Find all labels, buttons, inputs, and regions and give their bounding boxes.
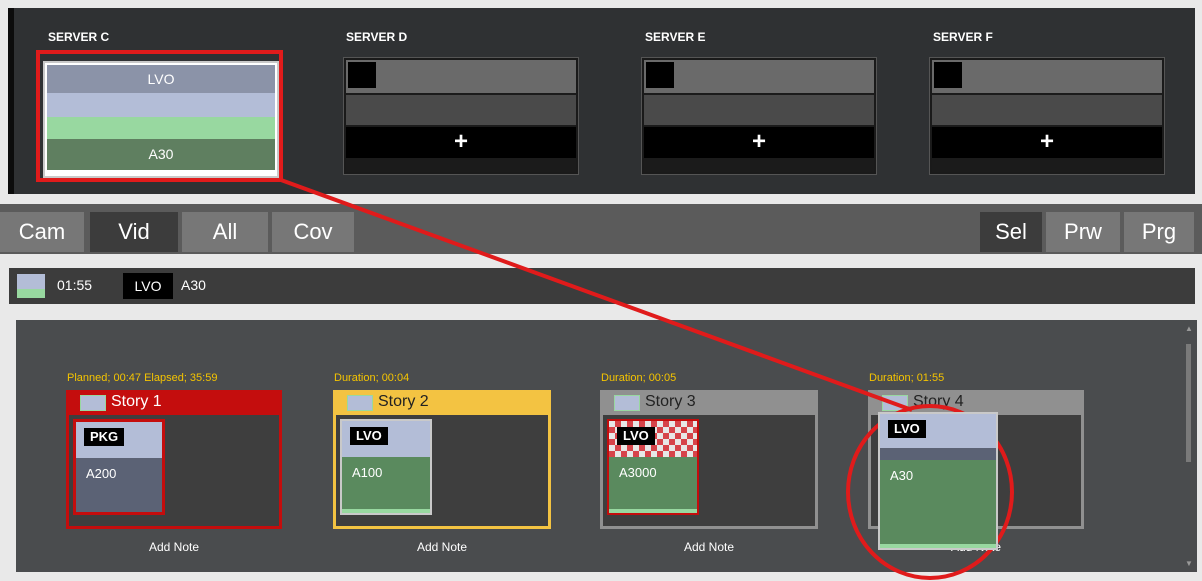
story-3-swatch <box>614 395 640 411</box>
server-f-add-button[interactable]: + <box>932 127 1162 158</box>
tab-prw[interactable]: Prw <box>1046 212 1120 252</box>
story-2-status: Duration; 00:04 <box>334 372 410 384</box>
tab-cov[interactable]: Cov <box>272 212 354 252</box>
scroll-down-icon[interactable]: ▼ <box>1185 559 1193 568</box>
server-c-band-green <box>47 117 275 139</box>
server-e-tile[interactable]: + <box>642 58 876 174</box>
story-1-swatch <box>80 395 106 411</box>
story-1-clip-code: A200 <box>86 466 117 481</box>
server-e-label: SERVER E <box>645 30 706 44</box>
selection-info-bar: 01:55 LVO A30 <box>9 268 1195 304</box>
story-2-title: Story 2 <box>378 393 429 410</box>
story-2-header: Story 2 <box>333 390 551 415</box>
server-c-top-label: LVO <box>47 65 275 93</box>
clip-color-icon <box>17 274 45 298</box>
story-2-card[interactable]: Story 2 LVO A100 <box>333 390 551 529</box>
story-4-clip-badge: LVO <box>888 420 926 438</box>
story-2-clip-code: A100 <box>352 465 383 480</box>
story-1-clip-badge: PKG <box>84 428 125 446</box>
server-f-mid <box>932 95 1162 125</box>
story-4-status: Duration; 01:55 <box>869 372 945 384</box>
story-4-card[interactable]: Story 4 LVO A30 <box>868 390 1084 550</box>
server-e-top <box>644 60 874 93</box>
tab-cam[interactable]: Cam <box>0 212 84 252</box>
server-e-mid <box>644 95 874 125</box>
clip-badge: LVO <box>123 273 173 299</box>
tab-all[interactable]: All <box>182 212 268 252</box>
server-f-label: SERVER F <box>933 30 993 44</box>
story-1-add-note[interactable]: Add Note <box>124 540 224 554</box>
server-d-top <box>346 60 576 93</box>
server-c-bottom-label: A30 <box>47 139 275 170</box>
story-timeline: Planned; 00:47 Elapsed; 35:59 Story 1 PK… <box>16 320 1183 572</box>
story-2-swatch <box>347 395 373 411</box>
story-3-title: Story 3 <box>645 393 696 410</box>
server-d-indicator <box>348 62 376 88</box>
story-1-card[interactable]: Story 1 PKG A200 <box>66 390 282 529</box>
story-4-swatch <box>882 395 908 411</box>
story-3-body: LVO A3000 <box>603 415 815 526</box>
story-3-clip-code: A3000 <box>619 465 657 480</box>
story-1-status: Planned; 00:47 Elapsed; 35:59 <box>67 372 218 384</box>
clip-duration: 01:55 <box>57 277 93 293</box>
server-f-top <box>932 60 1162 93</box>
scroll-thumb[interactable] <box>1186 344 1191 462</box>
story-3-add-note[interactable]: Add Note <box>659 540 759 554</box>
server-c-label: SERVER C <box>48 30 110 44</box>
server-c-band-blue <box>47 93 275 117</box>
story-3-card[interactable]: Story 3 LVO A3000 <box>600 390 818 529</box>
panel-edge <box>8 8 14 194</box>
story-1-title: Story 1 <box>111 393 162 410</box>
story-2-clip-badge: LVO <box>350 427 388 445</box>
server-e-indicator <box>646 62 674 88</box>
story-1-header: Story 1 <box>66 390 282 415</box>
server-d-label: SERVER D <box>346 30 408 44</box>
story-1-body: PKG A200 <box>69 415 279 526</box>
server-f-indicator <box>934 62 962 88</box>
clip-code: A30 <box>181 277 206 293</box>
server-c-tile[interactable]: LVO A30 <box>43 61 279 178</box>
story-3-clip[interactable]: LVO A3000 <box>607 419 699 515</box>
scroll-up-icon[interactable]: ▲ <box>1185 324 1193 333</box>
server-e-add-button[interactable]: + <box>644 127 874 158</box>
story-4-clip[interactable]: LVO A30 <box>878 412 998 550</box>
story-3-status: Duration; 00:05 <box>601 372 677 384</box>
story-2-clip[interactable]: LVO A100 <box>340 419 432 515</box>
story-3-clip-badge: LVO <box>617 427 655 445</box>
story-4-title: Story 4 <box>913 393 964 410</box>
server-d-tile[interactable]: + <box>344 58 578 174</box>
server-f-tile[interactable]: + <box>930 58 1164 174</box>
tab-vid[interactable]: Vid <box>90 212 178 252</box>
server-d-add-button[interactable]: + <box>346 127 576 158</box>
story-2-add-note[interactable]: Add Note <box>392 540 492 554</box>
tab-prg[interactable]: Prg <box>1124 212 1194 252</box>
tab-bar: Cam Vid All Cov Sel Prw Prg <box>0 197 1202 257</box>
server-panel: SERVER C SERVER D SERVER E SERVER F LVO … <box>8 8 1195 194</box>
server-d-mid <box>346 95 576 125</box>
story-2-body: LVO A100 <box>336 415 548 526</box>
story-3-header: Story 3 <box>600 390 818 415</box>
story-scrollbar[interactable]: ▲ ▼ <box>1183 320 1197 572</box>
tab-sel[interactable]: Sel <box>980 212 1042 252</box>
story-1-clip[interactable]: PKG A200 <box>73 419 165 515</box>
story-4-clip-code: A30 <box>890 468 914 483</box>
